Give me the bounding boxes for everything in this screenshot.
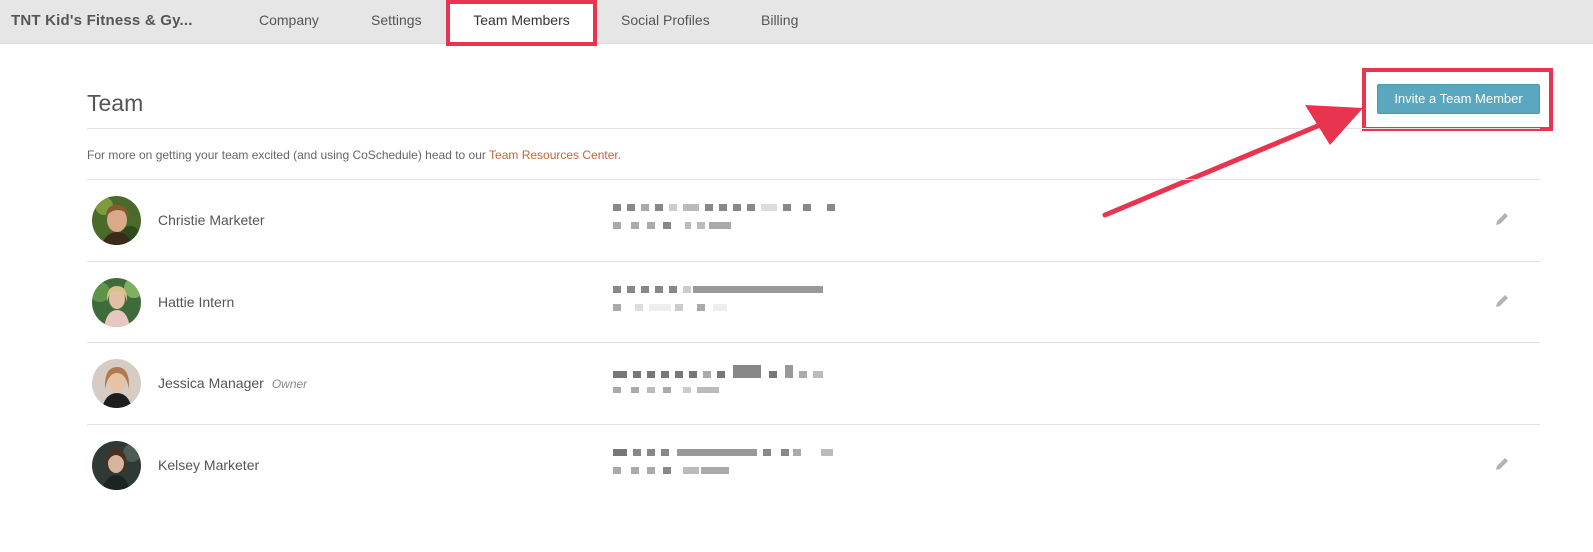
owner-badge: Owner: [271, 377, 308, 391]
team-member-row: Hattie Intern: [87, 261, 1540, 343]
team-member-row: Jessica Manager Owner: [87, 342, 1540, 424]
tab-social-profiles[interactable]: Social Profiles: [621, 12, 710, 28]
tab-billing[interactable]: Billing: [761, 12, 798, 28]
edit-pencil-icon[interactable]: [1493, 210, 1511, 228]
member-name: Jessica Manager Owner: [158, 375, 308, 391]
team-member-row: Christie Marketer: [87, 179, 1540, 261]
member-name: Kelsey Marketer: [158, 457, 260, 473]
invite-team-member-button[interactable]: Invite a Team Member: [1377, 84, 1540, 114]
tab-settings[interactable]: Settings: [371, 12, 422, 28]
redacted-email: [613, 204, 835, 229]
avatar: [92, 196, 141, 245]
redacted-email: [613, 449, 833, 474]
edit-pencil-icon[interactable]: [1493, 292, 1511, 310]
edit-pencil-icon[interactable]: [1493, 455, 1511, 473]
avatar: [92, 278, 141, 327]
redacted-email: [613, 365, 823, 393]
tab-team-members[interactable]: Team Members: [446, 0, 597, 46]
company-name[interactable]: TNT Kid's Fitness & Gy...: [11, 12, 193, 29]
resources-note: For more on getting your team excited (a…: [87, 148, 621, 162]
resources-text: For more on getting your team excited (a…: [87, 148, 490, 162]
tab-company[interactable]: Company: [259, 12, 319, 28]
member-name: Christie Marketer: [158, 212, 265, 228]
top-nav: TNT Kid's Fitness & Gy... Company Settin…: [0, 0, 1593, 46]
team-member-row: Kelsey Marketer: [87, 424, 1540, 506]
team-resources-link[interactable]: Team Resources Center.: [489, 148, 621, 162]
avatar: [92, 441, 141, 490]
avatar: [92, 359, 141, 408]
redacted-email: [613, 286, 823, 311]
member-name: Hattie Intern: [158, 294, 235, 310]
page-title: Team: [87, 90, 144, 116]
